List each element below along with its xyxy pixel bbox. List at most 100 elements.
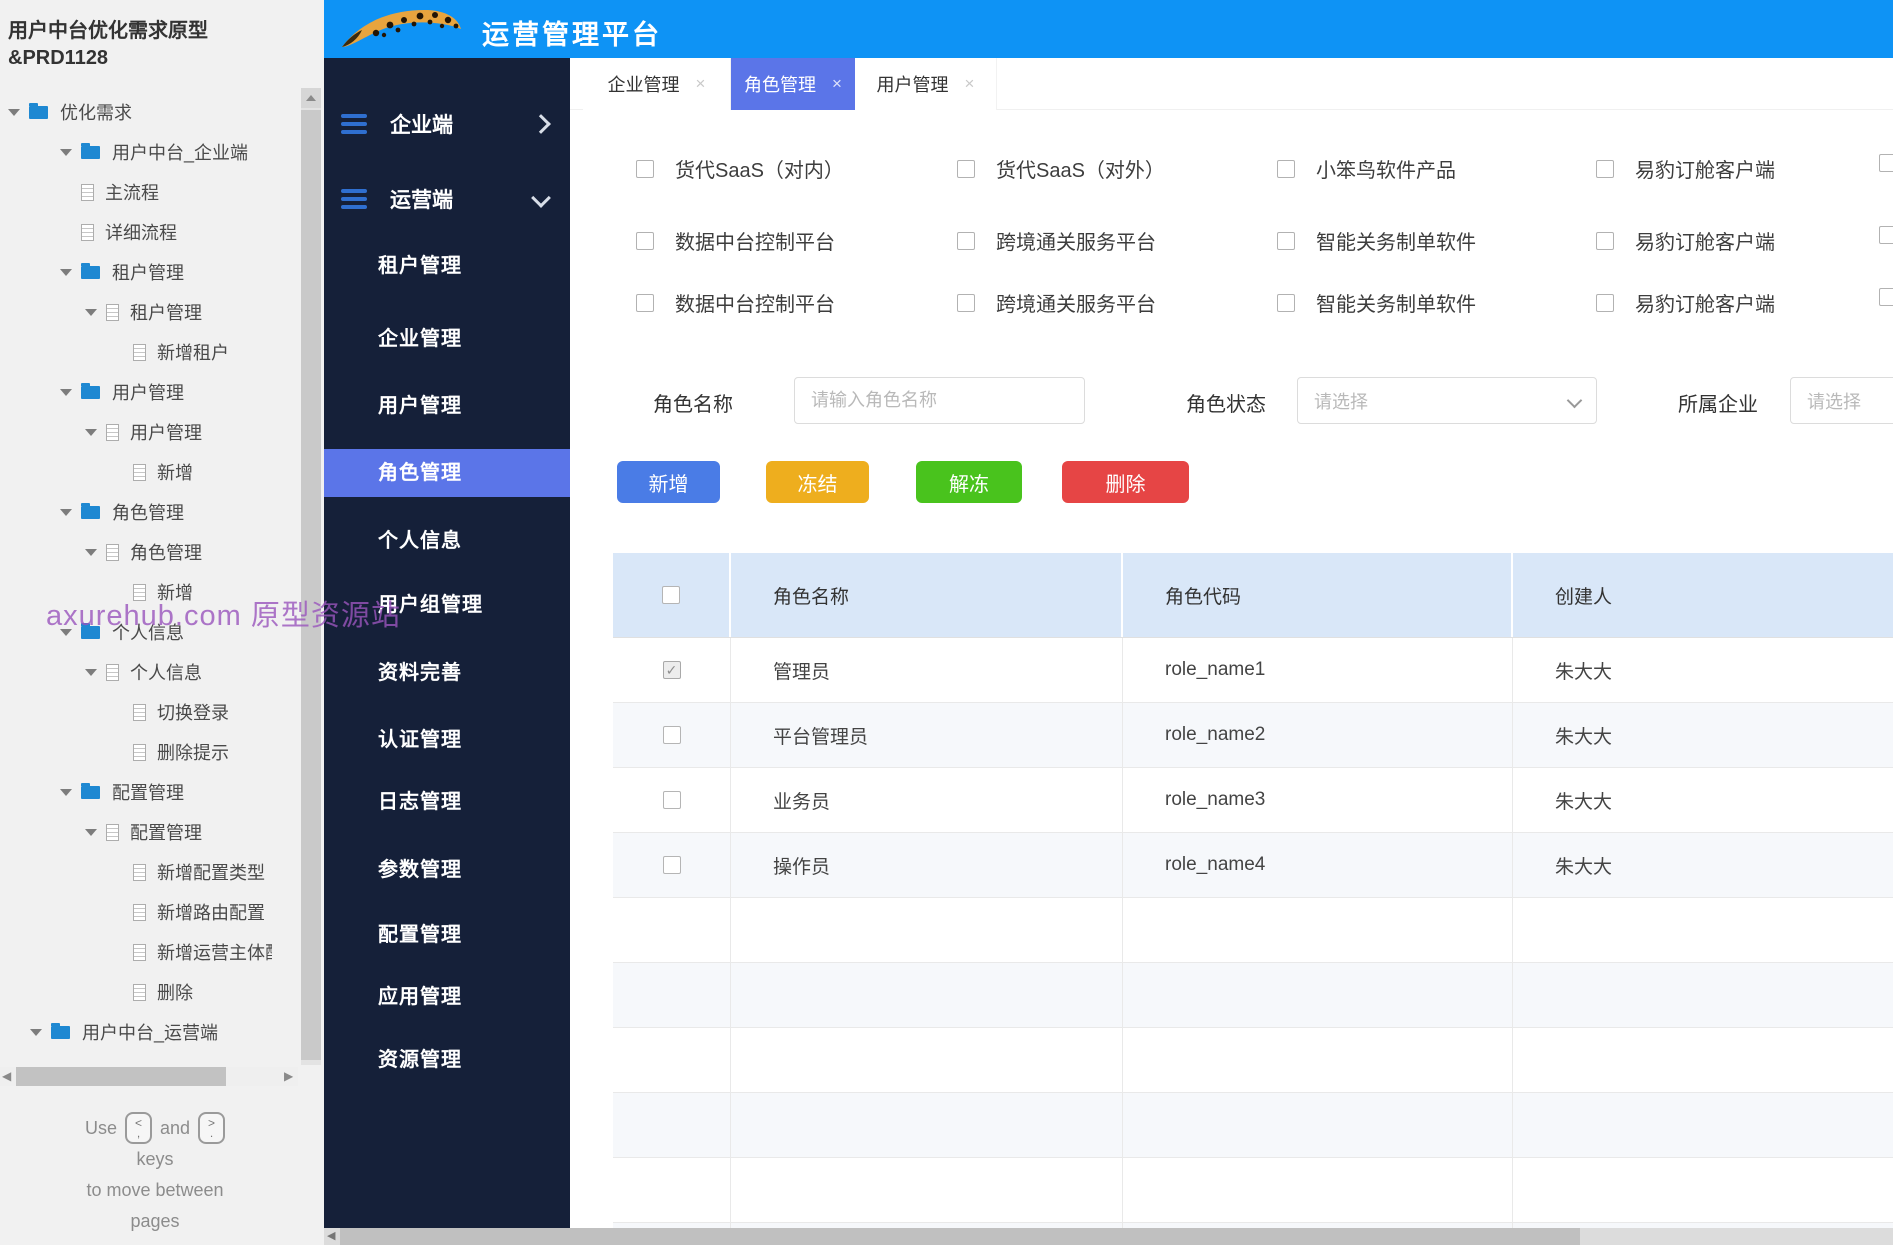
sitemap-item[interactable]: 个人信息 bbox=[0, 658, 272, 686]
expand-arrow-icon[interactable] bbox=[85, 309, 97, 316]
main-horizontal-scrollbar[interactable]: ◀ bbox=[324, 1228, 1893, 1245]
table-header-row: 角色名称角色代码创建人 bbox=[613, 553, 1893, 638]
sitemap-item[interactable]: 新增租户 bbox=[0, 338, 272, 366]
tab-role-management[interactable]: 角色管理 × bbox=[731, 58, 855, 110]
table-row[interactable]: 平台管理员role_name2朱大大 bbox=[613, 703, 1893, 768]
menu-item-9[interactable]: 参数管理 bbox=[324, 846, 570, 894]
unfreeze-button[interactable]: 解冻 bbox=[916, 461, 1022, 503]
expand-arrow-icon[interactable] bbox=[30, 1029, 42, 1036]
app-checkbox[interactable] bbox=[1277, 232, 1295, 250]
expand-arrow-icon[interactable] bbox=[85, 429, 97, 436]
app-checkbox[interactable] bbox=[1596, 294, 1614, 312]
company-select[interactable]: 请选择 bbox=[1790, 377, 1893, 424]
app-checkbox[interactable] bbox=[1879, 288, 1893, 306]
menu-item-1[interactable]: 企业管理 bbox=[324, 315, 570, 363]
sitemap-item[interactable]: 新增路由配置 bbox=[0, 898, 272, 926]
expand-arrow-icon[interactable] bbox=[60, 509, 72, 516]
app-checkbox[interactable] bbox=[957, 232, 975, 250]
app-checkbox[interactable] bbox=[957, 160, 975, 178]
menu-item-6[interactable]: 资料完善 bbox=[324, 649, 570, 697]
sitemap-title-line2: &PRD1128 bbox=[8, 45, 308, 72]
sitemap-item[interactable]: 删除提示 bbox=[0, 738, 272, 766]
sitemap-item[interactable]: 租户管理 bbox=[0, 258, 272, 286]
menu-group-enterprise[interactable]: 企业端 bbox=[324, 100, 570, 148]
expand-arrow-icon[interactable] bbox=[85, 669, 97, 676]
role-status-select[interactable]: 请选择 bbox=[1297, 377, 1597, 424]
row-checkbox[interactable]: ✓ bbox=[663, 661, 681, 679]
table-row[interactable]: 业务员role_name3朱大大 bbox=[613, 768, 1893, 833]
app-checkbox[interactable] bbox=[1879, 226, 1893, 244]
sitemap-item[interactable]: 配置管理 bbox=[0, 778, 272, 806]
sitemap-item-label: 删除 bbox=[157, 979, 193, 1005]
sitemap-item[interactable]: 用户管理 bbox=[0, 418, 272, 446]
sitemap-horizontal-scrollbar-thumb[interactable] bbox=[16, 1067, 226, 1086]
expand-arrow-icon[interactable] bbox=[85, 549, 97, 556]
app-checkbox[interactable] bbox=[1277, 160, 1295, 178]
menu-item-4[interactable]: 个人信息 bbox=[324, 517, 570, 565]
expand-arrow-icon[interactable] bbox=[60, 389, 72, 396]
tab-close-icon[interactable]: × bbox=[832, 74, 842, 94]
expand-arrow-icon[interactable] bbox=[60, 629, 72, 636]
scroll-up-icon[interactable] bbox=[301, 88, 321, 108]
app-checkbox[interactable] bbox=[636, 160, 654, 178]
app-checkbox[interactable] bbox=[957, 294, 975, 312]
app-checkbox[interactable] bbox=[636, 232, 654, 250]
row-checkbox[interactable] bbox=[663, 791, 681, 809]
app-checkbox[interactable] bbox=[1596, 232, 1614, 250]
app-checkbox[interactable] bbox=[1879, 154, 1893, 172]
sitemap-item[interactable]: 详细流程 bbox=[0, 218, 272, 246]
tab-close-icon[interactable]: × bbox=[965, 74, 975, 94]
expand-arrow-icon[interactable] bbox=[8, 109, 20, 116]
row-checkbox[interactable] bbox=[663, 856, 681, 874]
scroll-left-icon[interactable]: ◀ bbox=[2, 1069, 11, 1084]
tab-user-management[interactable]: 用户管理 × bbox=[855, 58, 997, 110]
sitemap-item[interactable]: 配置管理 bbox=[0, 818, 272, 846]
sitemap-item[interactable]: 新增配置类型 bbox=[0, 858, 272, 886]
tab-enterprise-management[interactable]: 企业管理 × bbox=[583, 58, 731, 110]
scroll-right-icon[interactable]: ▶ bbox=[284, 1069, 293, 1084]
menu-item-7[interactable]: 认证管理 bbox=[324, 716, 570, 764]
scroll-left-icon[interactable]: ◀ bbox=[327, 1229, 335, 1242]
sitemap-item[interactable]: 用户中台_企业端 bbox=[0, 138, 272, 166]
sitemap-item[interactable]: 新增 bbox=[0, 458, 272, 486]
tab-close-icon[interactable]: × bbox=[696, 74, 706, 94]
expand-arrow-icon[interactable] bbox=[85, 829, 97, 836]
sitemap-item[interactable]: 新增 bbox=[0, 578, 272, 606]
sitemap-item[interactable]: 删除 bbox=[0, 978, 272, 1006]
sitemap-item[interactable]: 角色管理 bbox=[0, 538, 272, 566]
sitemap-item[interactable]: 新增运营主体配置 bbox=[0, 938, 272, 966]
menu-item-11[interactable]: 应用管理 bbox=[324, 973, 570, 1021]
add-button[interactable]: 新增 bbox=[617, 461, 720, 503]
app-checkbox[interactable] bbox=[1277, 294, 1295, 312]
app-checkbox[interactable] bbox=[636, 294, 654, 312]
freeze-button[interactable]: 冻结 bbox=[766, 461, 869, 503]
sitemap-item[interactable]: 切换登录 bbox=[0, 698, 272, 726]
delete-button[interactable]: 删除 bbox=[1062, 461, 1189, 503]
main-horizontal-scrollbar-thumb[interactable] bbox=[340, 1228, 1580, 1245]
expand-arrow-icon[interactable] bbox=[60, 269, 72, 276]
app-checkbox[interactable] bbox=[1596, 160, 1614, 178]
sitemap-vertical-scrollbar-thumb[interactable] bbox=[301, 110, 321, 1060]
expand-arrow-icon[interactable] bbox=[60, 149, 72, 156]
sitemap-item[interactable]: 个人信息 bbox=[0, 618, 272, 646]
sitemap-item[interactable]: 用户中台_运营端 bbox=[0, 1018, 272, 1046]
menu-item-12[interactable]: 资源管理 bbox=[324, 1036, 570, 1084]
row-checkbox[interactable] bbox=[663, 726, 681, 744]
expand-arrow-icon[interactable] bbox=[60, 789, 72, 796]
menu-item-2[interactable]: 用户管理 bbox=[324, 382, 570, 430]
select-all-checkbox[interactable] bbox=[662, 586, 680, 604]
menu-item-10[interactable]: 配置管理 bbox=[324, 911, 570, 959]
menu-group-operations[interactable]: 运营端 bbox=[324, 175, 570, 223]
sitemap-item[interactable]: 优化需求 bbox=[0, 98, 272, 126]
menu-item-3[interactable]: 角色管理 bbox=[324, 449, 570, 497]
menu-item-8[interactable]: 日志管理 bbox=[324, 778, 570, 826]
menu-item-5[interactable]: 用户组管理 bbox=[324, 581, 570, 629]
table-row[interactable]: ✓管理员role_name1朱大大 bbox=[613, 638, 1893, 703]
sitemap-item[interactable]: 租户管理 bbox=[0, 298, 272, 326]
sitemap-item[interactable]: 主流程 bbox=[0, 178, 272, 206]
role-name-input[interactable] bbox=[794, 377, 1085, 424]
menu-item-0[interactable]: 租户管理 bbox=[324, 242, 570, 290]
sitemap-item[interactable]: 用户管理 bbox=[0, 378, 272, 406]
sitemap-item[interactable]: 角色管理 bbox=[0, 498, 272, 526]
table-row[interactable]: 操作员role_name4朱大大 bbox=[613, 833, 1893, 898]
